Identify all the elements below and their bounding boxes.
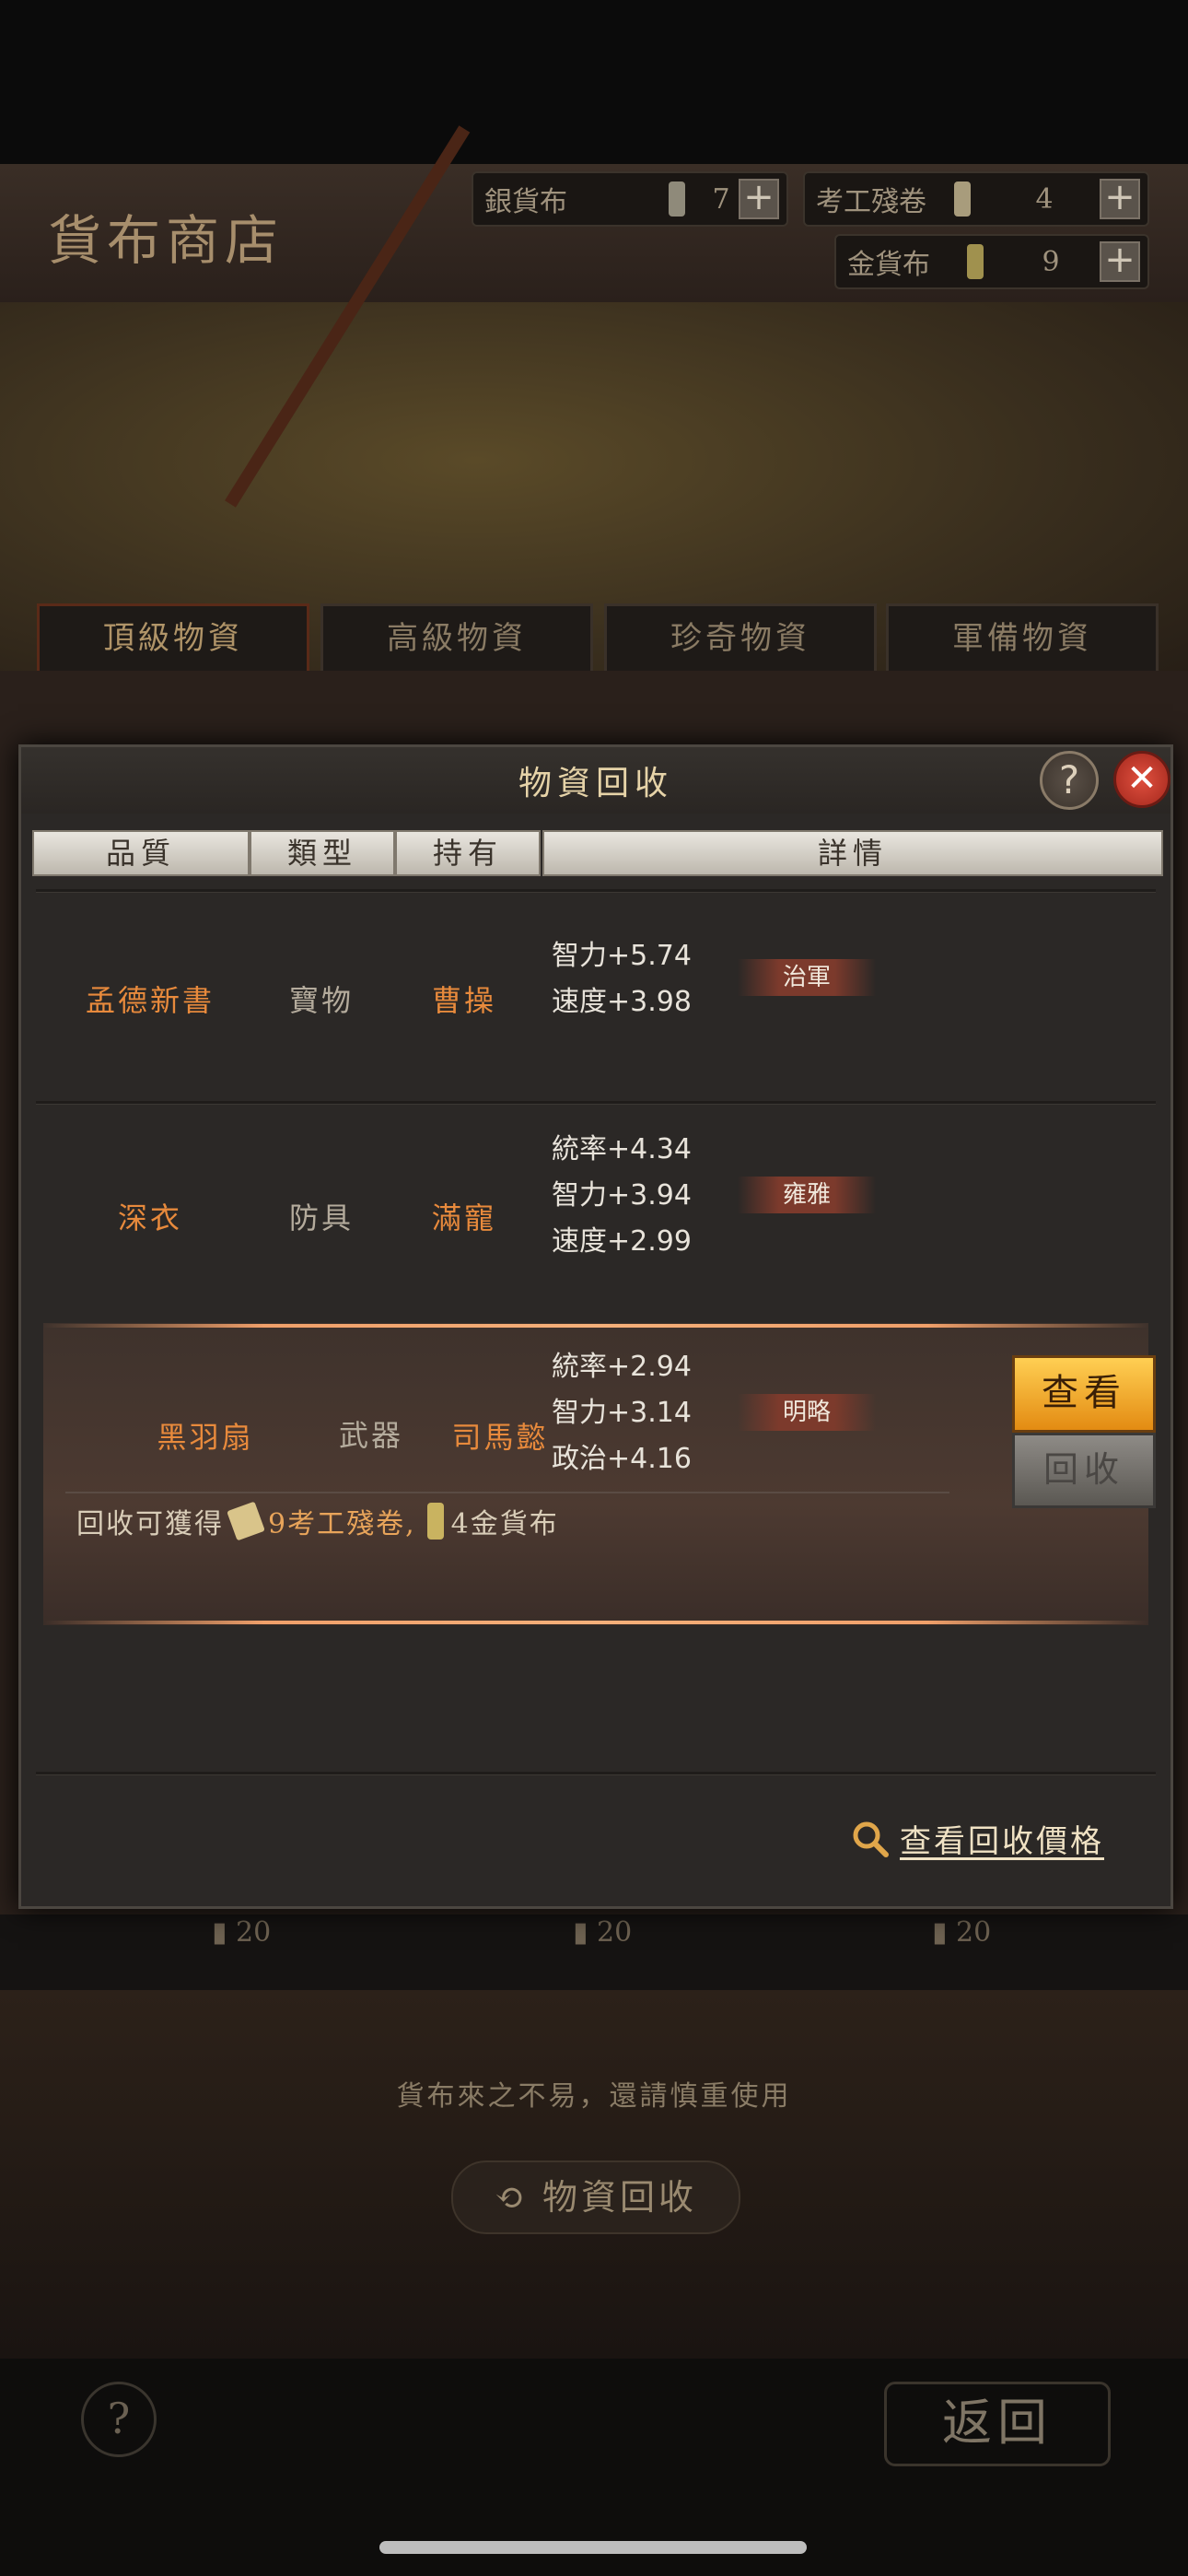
- coin-icon: ▮: [212, 1916, 237, 1949]
- tab-advanced-supplies[interactable]: 高級物資: [320, 603, 593, 675]
- item-owner: 滿寵: [431, 1200, 496, 1235]
- currency-scroll: 考工殘卷 4 +: [803, 171, 1149, 227]
- price-link-label: 查看回收價格: [900, 1823, 1104, 1860]
- dialog-title: 物資回收: [518, 765, 673, 802]
- trait-badge: 雍雅: [738, 1177, 876, 1213]
- tab-top-supplies[interactable]: 頂級物資: [37, 603, 309, 675]
- add-gold-button[interactable]: +: [1100, 241, 1140, 282]
- gold-coin-icon: [426, 1503, 444, 1540]
- currency-value: 7: [712, 182, 730, 216]
- item-stats: 統率+4.34 智力+3.94 速度+2.99: [552, 1127, 692, 1265]
- search-icon: [853, 1821, 889, 1857]
- silver-coin-icon: [669, 181, 685, 217]
- currency-gold: 金貨布 9 +: [834, 234, 1149, 289]
- scroll-icon: [227, 1501, 265, 1541]
- shop-help-button[interactable]: ?: [81, 2382, 157, 2457]
- currency-label: 銀貨布: [484, 186, 567, 218]
- recycle-button[interactable]: 回收: [1012, 1433, 1156, 1508]
- item-cost: ▮ 20: [573, 1916, 633, 1949]
- item-cost: ▮ 20: [212, 1916, 272, 1949]
- coin-icon: ▮: [932, 1916, 957, 1949]
- column-quality[interactable]: 品質: [32, 830, 250, 876]
- currency-label: 考工殘卷: [816, 186, 926, 218]
- recycle-dialog: 物資回收 ? ✕ 品質 類型 持有 詳情 孟德新書 寶物 曹操 智力+5.74 …: [18, 744, 1173, 1909]
- view-price-link[interactable]: 查看回收價格: [850, 1816, 1104, 1861]
- highlight-bottom: [43, 1621, 1148, 1624]
- divider: [36, 1101, 1156, 1105]
- recycle-icon: ⟲: [495, 2177, 542, 2218]
- gold-coin-icon: [967, 244, 984, 279]
- stat-line: 政治+4.16: [552, 1443, 692, 1475]
- add-scroll-button[interactable]: +: [1100, 179, 1140, 219]
- reward-scroll: 9考工殘卷,: [268, 1508, 416, 1540]
- item-name[interactable]: 黑羽扇: [113, 1414, 297, 1457]
- tab-military-supplies[interactable]: 軍備物資: [886, 603, 1159, 675]
- view-button[interactable]: 查看: [1012, 1355, 1156, 1433]
- item-type: 防具: [288, 1200, 354, 1235]
- column-owner[interactable]: 持有: [395, 830, 541, 876]
- item-type: 寶物: [288, 983, 354, 1018]
- scroll-icon: [954, 181, 971, 217]
- stat-line: 統率+4.34: [552, 1133, 692, 1165]
- column-type[interactable]: 類型: [250, 830, 395, 876]
- home-indicator[interactable]: [379, 2541, 807, 2554]
- divider: [65, 1492, 949, 1493]
- stat-line: 智力+3.94: [552, 1179, 692, 1212]
- tab-rare-supplies[interactable]: 珍奇物資: [604, 603, 877, 675]
- recycle-reward: 回收可獲得 9考工殘卷, 4金貨布: [76, 1501, 559, 1541]
- reward-prefix: 回收可獲得: [76, 1508, 224, 1540]
- currency-label: 金貨布: [847, 249, 930, 281]
- stat-line: 速度+2.99: [552, 1225, 692, 1258]
- reward-gold: 4金貨布: [450, 1508, 559, 1540]
- divider: [36, 1772, 1156, 1775]
- coin-icon: ▮: [573, 1916, 598, 1949]
- column-details: 詳情: [542, 830, 1163, 876]
- close-button[interactable]: ✕: [1113, 751, 1171, 808]
- item-name[interactable]: 深衣: [58, 1195, 242, 1237]
- stat-line: 統率+2.94: [552, 1351, 692, 1383]
- item-name[interactable]: 孟德新書: [58, 978, 242, 1020]
- item-stats: 統率+2.94 智力+3.14 政治+4.16: [552, 1344, 692, 1482]
- stat-line: 速度+3.98: [552, 986, 692, 1018]
- dialog-help-button[interactable]: ?: [1040, 751, 1099, 810]
- item-stats: 智力+5.74 速度+3.98: [552, 933, 692, 1025]
- currency-silver: 銀貨布 7 +: [472, 171, 788, 227]
- usage-note: 貨布來之不易，還請慎重使用: [396, 2080, 792, 2113]
- shop-title: 貨布商店: [48, 209, 285, 272]
- trait-badge: 治軍: [738, 959, 876, 996]
- status-area: [0, 0, 1188, 164]
- currency-value: 4: [1035, 182, 1054, 216]
- add-silver-button[interactable]: +: [739, 179, 779, 219]
- item-owner: 曹操: [431, 983, 496, 1018]
- item-type: 武器: [338, 1418, 403, 1453]
- currency-value: 9: [1042, 245, 1060, 278]
- item-cost: ▮ 20: [932, 1916, 992, 1949]
- stat-line: 智力+5.74: [552, 940, 692, 972]
- stat-line: 智力+3.14: [552, 1397, 692, 1429]
- back-button[interactable]: 返回: [884, 2382, 1111, 2466]
- divider: [36, 889, 1156, 893]
- trait-badge: 明略: [738, 1394, 876, 1431]
- open-recycle-button[interactable]: ⟲ 物資回收: [451, 2160, 740, 2234]
- highlight-top: [43, 1324, 1148, 1328]
